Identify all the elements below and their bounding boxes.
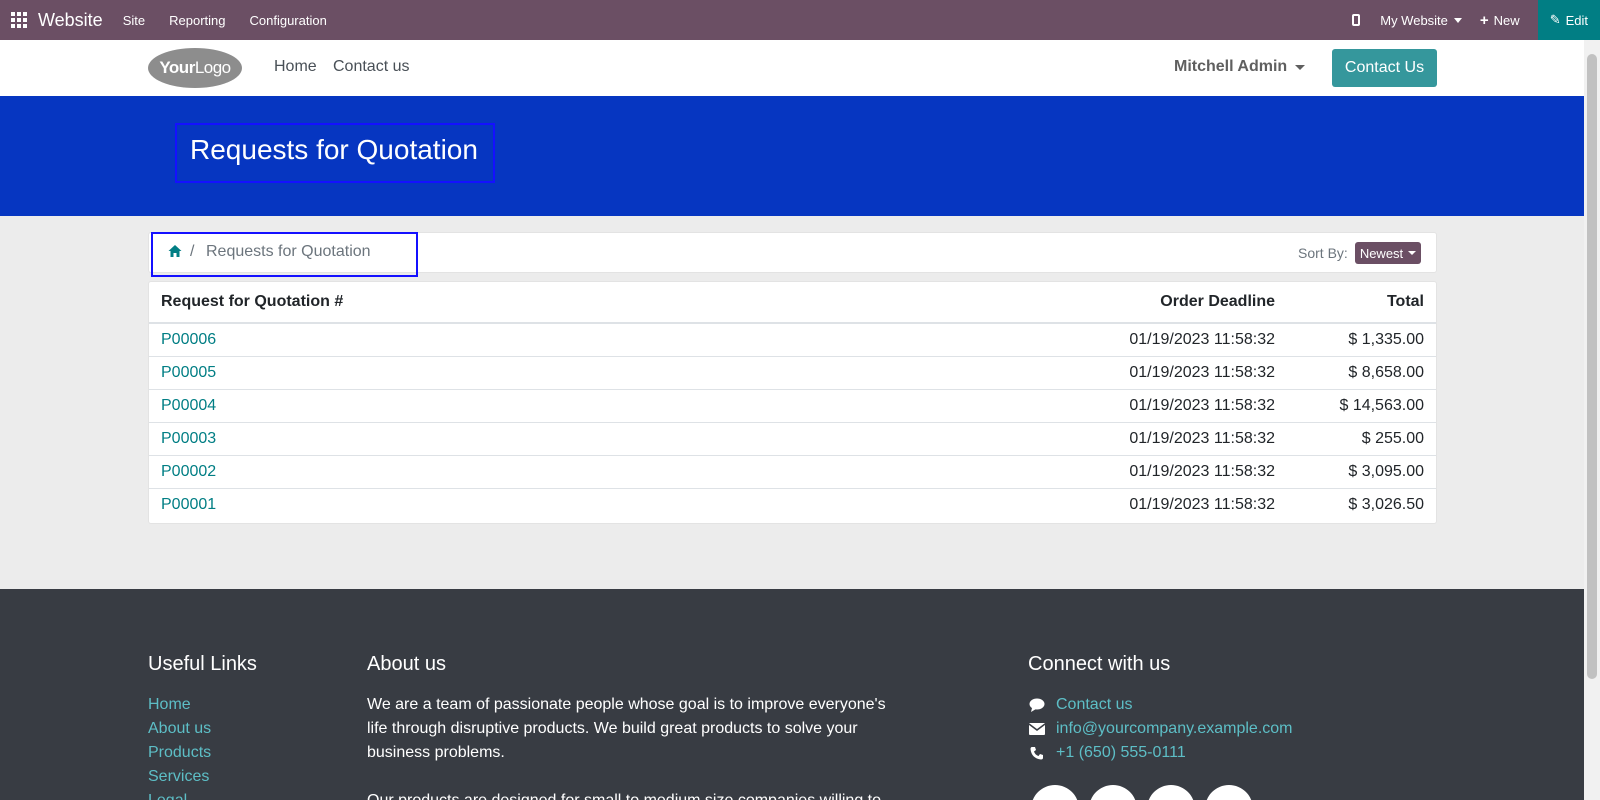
footer-link-about-us[interactable]: About us bbox=[148, 720, 211, 738]
rfq-reference-link[interactable]: P00006 bbox=[149, 323, 809, 357]
rfq-reference-link[interactable]: P00001 bbox=[149, 488, 809, 521]
chevron-down-icon bbox=[1453, 17, 1462, 23]
rfq-total: $ 14,563.00 bbox=[1287, 389, 1436, 423]
admin-navbar: Website Site Reporting Configuration My … bbox=[0, 0, 1600, 40]
table-row[interactable]: P00005 01/19/2023 11:58:32 $ 8,658.00 bbox=[149, 356, 1436, 390]
footer-phone-link[interactable]: +1 (650) 555-0111 bbox=[1056, 744, 1186, 762]
mobile-preview-button[interactable] bbox=[1352, 14, 1362, 26]
menu-reporting[interactable]: Reporting bbox=[169, 13, 225, 28]
comment-icon bbox=[1029, 697, 1045, 713]
social-icon[interactable] bbox=[1089, 785, 1137, 800]
page-title: Requests for Quotation bbox=[190, 134, 478, 165]
order-deadline: 01/19/2023 11:58:32 bbox=[809, 323, 1287, 357]
rfq-total: $ 1,335.00 bbox=[1287, 323, 1436, 357]
scrollbar-thumb[interactable] bbox=[1587, 54, 1597, 679]
order-deadline: 01/19/2023 11:58:32 bbox=[809, 356, 1287, 390]
menu-site[interactable]: Site bbox=[123, 13, 145, 28]
page-scrollbar[interactable] bbox=[1584, 40, 1600, 800]
rfq-reference-link[interactable]: P00002 bbox=[149, 455, 809, 489]
website-selector[interactable]: My Website bbox=[1380, 13, 1462, 28]
table-row[interactable]: P00004 01/19/2023 11:58:32 $ 14,563.00 bbox=[149, 389, 1436, 423]
apps-menu-icon[interactable] bbox=[0, 12, 38, 28]
company-logo[interactable]: Your Logo bbox=[148, 48, 242, 88]
phone-icon bbox=[1029, 745, 1045, 761]
social-icon[interactable] bbox=[1205, 785, 1253, 800]
website-selector-label: My Website bbox=[1380, 12, 1448, 28]
footer-link-products[interactable]: Products bbox=[148, 744, 211, 762]
edit-button-label: Edit bbox=[1565, 12, 1588, 28]
column-header-reference: Request for Quotation # bbox=[149, 282, 809, 324]
social-icon[interactable] bbox=[1031, 785, 1079, 800]
user-menu[interactable]: Mitchell Admin bbox=[1174, 58, 1306, 76]
nav-contact-us[interactable]: Contact us bbox=[333, 58, 409, 76]
logo-text-bold: Your bbox=[159, 58, 195, 77]
chevron-down-icon bbox=[1408, 251, 1417, 255]
pencil-icon: ✎ bbox=[1549, 12, 1561, 27]
about-us-title: About us bbox=[367, 653, 446, 675]
site-footer: Useful Links Home About us Products Serv… bbox=[0, 589, 1584, 800]
sort-dropdown[interactable]: Newest bbox=[1355, 242, 1421, 264]
order-deadline: 01/19/2023 11:58:32 bbox=[809, 422, 1287, 456]
column-header-deadline: Order Deadline bbox=[809, 282, 1287, 324]
about-us-text: We are a team of passionate people whose… bbox=[367, 696, 886, 761]
table-header-row: Request for Quotation # Order Deadline T… bbox=[149, 282, 1436, 324]
envelope-icon bbox=[1029, 721, 1045, 737]
footer-link-services[interactable]: Services bbox=[148, 768, 209, 786]
app-name[interactable]: Website bbox=[38, 10, 103, 31]
logo-text: Logo bbox=[194, 58, 231, 77]
mobile-icon bbox=[1352, 14, 1361, 26]
column-header-total: Total bbox=[1287, 282, 1436, 324]
useful-links-title: Useful Links bbox=[148, 653, 257, 675]
contact-us-button[interactable]: Contact Us bbox=[1332, 49, 1437, 87]
rfq-total: $ 3,095.00 bbox=[1287, 455, 1436, 489]
breadcrumb-separator: / bbox=[190, 243, 195, 260]
social-icon[interactable] bbox=[1147, 785, 1195, 800]
edit-button[interactable]: ✎ Edit bbox=[1537, 0, 1600, 40]
table-row[interactable]: P00006 01/19/2023 11:58:32 $ 1,335.00 bbox=[149, 323, 1436, 357]
nav-home[interactable]: Home bbox=[274, 58, 317, 76]
sort-value: Newest bbox=[1359, 245, 1404, 261]
home-icon[interactable] bbox=[168, 244, 182, 258]
about-us-text-2: Our products are designed for small to m… bbox=[367, 789, 887, 800]
table-row[interactable]: P00001 01/19/2023 11:58:32 $ 3,026.50 bbox=[149, 488, 1436, 521]
order-deadline: 01/19/2023 11:58:32 bbox=[809, 455, 1287, 489]
new-button-label: New bbox=[1493, 12, 1520, 28]
rfq-total: $ 255.00 bbox=[1287, 422, 1436, 456]
order-deadline: 01/19/2023 11:58:32 bbox=[809, 389, 1287, 423]
new-button[interactable]: + New bbox=[1480, 12, 1520, 29]
rfq-reference-link[interactable]: P00004 bbox=[149, 389, 809, 423]
table-row[interactable]: P00003 01/19/2023 11:58:32 $ 255.00 bbox=[149, 422, 1436, 456]
footer-email-link[interactable]: info@yourcompany.example.com bbox=[1056, 720, 1293, 738]
sort-label: Sort By: bbox=[1298, 245, 1348, 261]
rfq-total: $ 3,026.50 bbox=[1348, 495, 1424, 513]
footer-contact-link[interactable]: Contact us bbox=[1056, 696, 1132, 714]
plus-icon: + bbox=[1479, 11, 1489, 29]
user-name: Mitchell Admin bbox=[1174, 58, 1288, 75]
footer-link-legal[interactable]: Legal bbox=[148, 792, 187, 800]
footer-link-home[interactable]: Home bbox=[148, 696, 191, 714]
order-deadline: 01/19/2023 11:58:32 bbox=[1129, 495, 1275, 513]
connect-title: Connect with us bbox=[1028, 653, 1171, 675]
rfq-total: $ 8,658.00 bbox=[1287, 356, 1436, 390]
website-header: Your Logo Home Contact us Mitchell Admin … bbox=[0, 40, 1584, 96]
page-banner: Requests for Quotation bbox=[0, 96, 1584, 216]
menu-configuration[interactable]: Configuration bbox=[249, 13, 326, 28]
table-row[interactable]: P00002 01/19/2023 11:58:32 $ 3,095.00 bbox=[149, 455, 1436, 489]
rfq-table: Request for Quotation # Order Deadline T… bbox=[148, 281, 1437, 524]
breadcrumb-current: Requests for Quotation bbox=[206, 243, 371, 260]
chevron-down-icon bbox=[1295, 64, 1306, 70]
rfq-reference-link[interactable]: P00005 bbox=[149, 356, 809, 390]
rfq-reference-link[interactable]: P00003 bbox=[149, 422, 809, 456]
